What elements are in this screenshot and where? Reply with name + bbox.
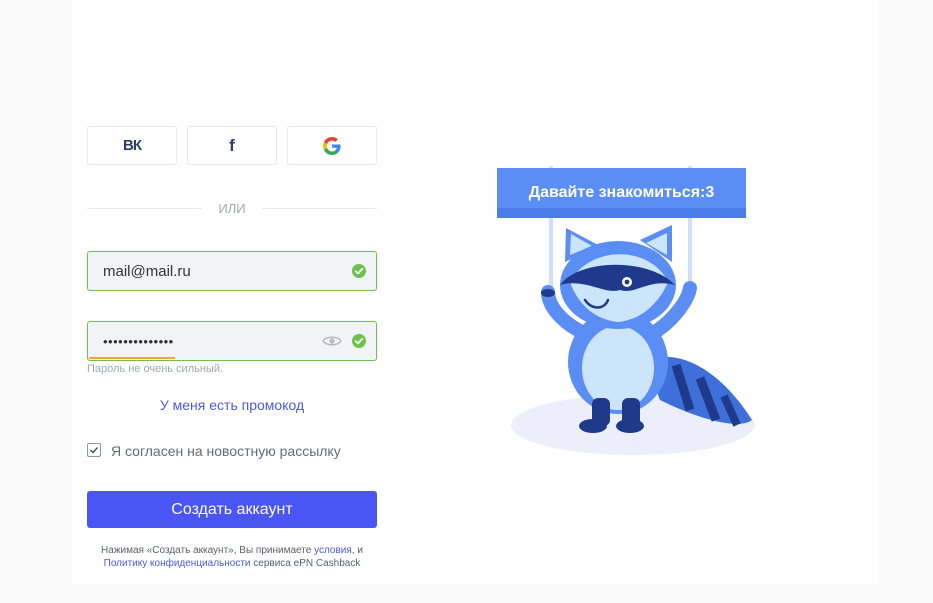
mascot-banner-text: Давайте знакомиться:3 <box>528 184 715 201</box>
terms-middle: , и <box>351 545 363 556</box>
create-account-button[interactable]: Создать аккаунт <box>87 491 377 528</box>
privacy-policy-link[interactable]: Политику конфиденциальности <box>104 558 251 569</box>
facebook-icon: f <box>229 135 235 155</box>
email-field[interactable] <box>103 252 323 290</box>
checkmark-icon <box>89 446 99 454</box>
email-field-wrapper <box>87 251 377 291</box>
password-field[interactable] <box>103 322 323 360</box>
terms-text: Нажимая «Создать аккаунт», Вы принимаете… <box>87 544 377 570</box>
divider-or: ИЛИ <box>218 201 246 216</box>
terms-suffix: сервиса ePN Cashback <box>250 558 361 569</box>
newsletter-checkbox[interactable] <box>87 443 101 457</box>
password-strength-bar <box>89 357 175 359</box>
vk-login-button[interactable]: ВК <box>87 126 177 165</box>
terms-prefix: Нажимая «Создать аккаунт», Вы принимаете <box>101 545 315 556</box>
divider-line-left <box>87 208 202 209</box>
divider-line-right <box>262 208 377 209</box>
password-hint: Пароль не очень сильный. <box>87 363 224 375</box>
google-icon <box>323 136 341 155</box>
vk-icon: ВК <box>123 137 142 154</box>
terms-conditions-link[interactable]: условия <box>314 545 352 556</box>
valid-check-icon <box>352 264 366 278</box>
eye-icon[interactable] <box>322 333 342 354</box>
google-login-button[interactable] <box>287 126 377 165</box>
newsletter-label: Я согласен на новостную рассылку <box>111 443 341 459</box>
valid-check-icon <box>352 334 366 348</box>
password-field-wrapper <box>87 321 377 361</box>
promo-code-link[interactable]: У меня есть промокод <box>87 397 377 413</box>
facebook-login-button[interactable]: f <box>187 126 277 165</box>
